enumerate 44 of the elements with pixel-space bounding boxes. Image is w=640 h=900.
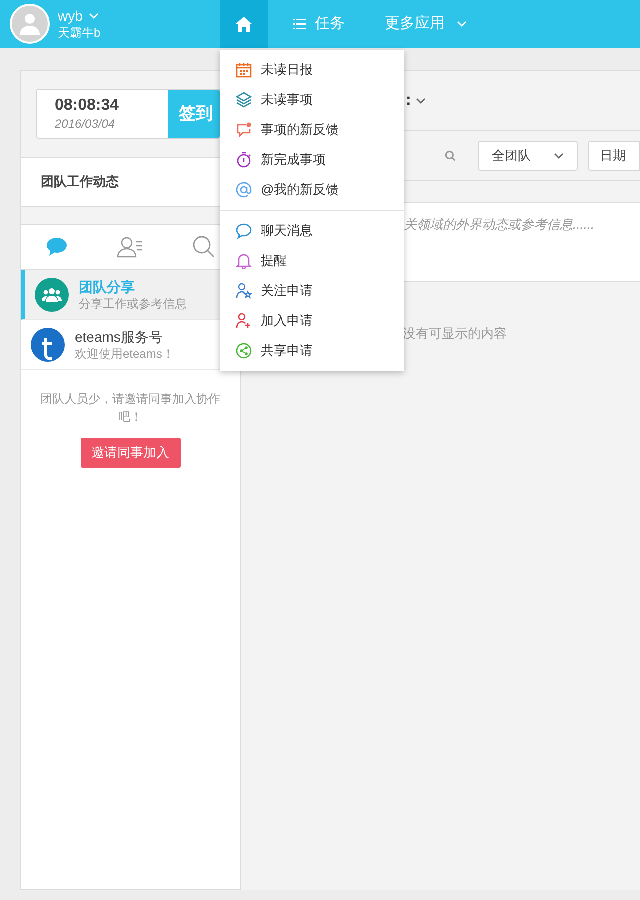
menu-item[interactable]: 聊天消息 xyxy=(220,216,404,246)
stopwatch-icon xyxy=(236,152,252,168)
user-plus-icon xyxy=(236,313,252,329)
section-title: 团队工作动态 xyxy=(41,173,119,192)
speech-bubble-icon xyxy=(236,223,252,239)
menu-item[interactable]: 事项的新反馈 xyxy=(220,115,404,145)
chevron-down-icon xyxy=(457,21,467,27)
menu-item[interactable]: @我的新反馈 xyxy=(220,175,404,205)
speech-bubble-icon xyxy=(46,237,68,257)
list-icon xyxy=(293,18,306,30)
home-icon xyxy=(236,16,252,32)
chevron-down-icon xyxy=(416,98,426,104)
chevron-down-icon xyxy=(88,13,99,19)
chat-alert-icon xyxy=(236,122,252,138)
heading-fragment: : xyxy=(406,90,412,110)
team-avatar-icon xyxy=(35,278,69,312)
share-hint: 关领域的外界动态或参考信息...... xyxy=(404,217,595,232)
home-tab[interactable] xyxy=(220,0,268,48)
conversation-subtitle: 欢迎使用eteams！ xyxy=(75,346,174,362)
conversation-subtitle: 分享工作或参考信息 xyxy=(79,296,187,312)
letter-t-avatar-icon xyxy=(31,328,65,362)
menu-item[interactable]: 未读日报 xyxy=(220,55,404,85)
team-name: 天霸牛b xyxy=(58,25,101,41)
conversation-title: eteams服务号 xyxy=(75,328,164,346)
invite-hint: 团队人员少，请邀请同事加入协作吧！ xyxy=(40,391,222,426)
user-star-icon xyxy=(236,283,252,299)
search-icon xyxy=(193,236,216,258)
calendar-icon xyxy=(236,62,252,78)
share-icon xyxy=(236,343,252,359)
date-select[interactable]: 日期 xyxy=(588,140,640,170)
menu-item[interactable]: 未读事项 xyxy=(220,85,404,115)
layers-icon xyxy=(236,92,252,108)
clock-date: 2016/03/04 xyxy=(55,116,116,132)
menu-item[interactable]: 新完成事项 xyxy=(220,145,404,175)
bell-icon xyxy=(236,253,252,269)
at-sign-icon xyxy=(236,182,252,198)
avatar-icon[interactable] xyxy=(10,4,50,44)
conversation-title: 团队分享 xyxy=(79,278,136,296)
team-select[interactable]: 全团队 xyxy=(478,140,578,170)
clock-time: 08:08:34 xyxy=(55,96,120,116)
contacts-icon xyxy=(117,236,144,258)
chevron-down-icon xyxy=(554,152,564,158)
search-icon[interactable] xyxy=(445,148,456,162)
empty-message: 没有可显示的内容 xyxy=(403,326,507,341)
